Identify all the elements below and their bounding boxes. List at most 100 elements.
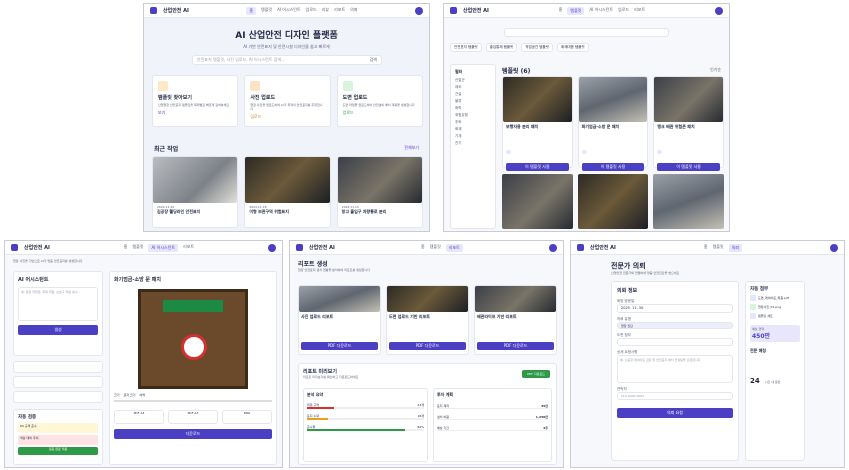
logo-icon	[296, 244, 303, 251]
recent-card[interactable]: 2024.11.18 이형 보관구역 위험표지	[244, 156, 331, 228]
template-item[interactable]: 화기엄금-소방 문 패치 이 템플릿 사용	[577, 76, 649, 171]
pdf-download-button[interactable]: PDF 다운로드	[522, 370, 550, 378]
search-bar[interactable]: 안전표지 템플릿, 사진 업로드, AI 어시스턴트 검색... 검색	[192, 55, 382, 65]
search-input[interactable]: 안전표지 템플릿, 사진 업로드, AI 어시스턴트 검색...	[197, 57, 370, 63]
tab-safety[interactable]: 안전표지 템플릿	[450, 43, 482, 52]
phone-input[interactable]: 010-0000-0000	[617, 392, 733, 400]
use-template-button[interactable]: 이 템플릿 사용	[581, 163, 645, 171]
option-item[interactable]	[13, 361, 103, 373]
recent-card[interactable]: 2024.11.15 창고 출입구 차량통로 분리	[336, 156, 423, 228]
nav-report[interactable]: 리포트	[334, 7, 345, 15]
recent-more-link[interactable]: 전체보기	[404, 145, 419, 151]
format-pdf-a3[interactable]: PDF A3	[168, 410, 218, 424]
desc-textarea[interactable]: 예: 신공장 레이아웃 검토 및 안전표지 배치 컨설팅을 요청합니다	[617, 355, 733, 383]
nav-review[interactable]: 리뷰	[322, 7, 329, 15]
format-png[interactable]: PNG	[222, 410, 272, 424]
nav-home[interactable]: 홈	[246, 6, 257, 15]
nav-templates[interactable]: 템플릿	[132, 244, 143, 252]
type-select[interactable]: 현장 진단	[617, 322, 733, 329]
nav-report[interactable]: 리포트	[183, 244, 194, 252]
pdf-download-button[interactable]: PDF 다운로드	[389, 342, 466, 350]
format-pdf-a4[interactable]: PDF A4	[114, 410, 164, 424]
hero-title: AI 산업안전 디자인 플랫폼	[235, 31, 338, 41]
card-link[interactable]: 보기	[158, 110, 232, 116]
filter-option[interactable]: 위험유형	[455, 113, 491, 118]
filter-option[interactable]: 기계	[455, 134, 491, 139]
card-link[interactable]: 업로드	[343, 110, 417, 116]
template-thumb[interactable]	[653, 174, 725, 229]
nav-report[interactable]: 리포트	[445, 243, 463, 252]
avatar[interactable]	[829, 243, 838, 252]
search-button[interactable]: 검색	[370, 57, 377, 63]
nav-templates[interactable]: 템플릿	[713, 244, 724, 252]
generate-button[interactable]: 생성	[18, 325, 98, 335]
nav-ai[interactable]: AI 어시스턴트	[589, 7, 613, 15]
size-slider[interactable]	[114, 400, 272, 402]
attached-file[interactable]: 도면_레이아웃_최종.pdf	[750, 295, 800, 301]
nav-report[interactable]: 리포트	[634, 7, 645, 15]
nav-request[interactable]: 의뢰	[728, 243, 742, 252]
nav-ai[interactable]: AI 어시스턴트	[148, 243, 179, 252]
tab-fire[interactable]: 화재대응 템플릿	[556, 43, 589, 52]
nav-templates[interactable]: 템플릿	[430, 244, 441, 252]
nav-home[interactable]: 홈	[704, 244, 708, 252]
template-thumb[interactable]	[577, 174, 649, 229]
attached-file[interactable]: 템플릿 세트	[750, 313, 800, 319]
use-template-button[interactable]: 이 템플릿 사용	[657, 163, 721, 171]
pdf-download-button[interactable]: PDF 다운로드	[477, 342, 554, 350]
sort-select[interactable]: 인기순	[710, 67, 721, 73]
filter-option[interactable]: 산업군	[455, 78, 491, 83]
attached-file[interactable]: 현장사진_01.png	[750, 304, 800, 310]
tab-workspace[interactable]: 작업공간 템플릿	[521, 43, 553, 52]
nav-request[interactable]: 의뢰	[350, 7, 357, 15]
filter-option[interactable]: 건설	[455, 92, 491, 97]
download-button[interactable]: 다운로드	[114, 429, 272, 439]
nav-upload[interactable]: 업로드	[618, 7, 629, 15]
filter-option[interactable]: 전기	[455, 141, 491, 146]
template-thumb[interactable]	[502, 174, 573, 229]
drawing-card[interactable]: 도면 업로드 도면 파일을 업로드하여 안전설비 배치 계획을 생성합니다 업로…	[336, 75, 423, 127]
use-template-button[interactable]: 이 템플릿 사용	[506, 163, 569, 171]
nav-home[interactable]: 홈	[124, 244, 128, 252]
report-card[interactable]: 배관라이프 기반 리포트 PDF 다운로드	[474, 285, 557, 355]
filter-option[interactable]: 제조	[455, 85, 491, 90]
nav-home[interactable]: 홈	[559, 7, 563, 15]
nav-templates[interactable]: 템플릿	[567, 6, 585, 15]
report-card[interactable]: 사진 업로드 리포트 PDF 다운로드	[298, 285, 381, 355]
option-item[interactable]	[13, 376, 103, 388]
summary-bar: 준수율 84%	[307, 425, 424, 431]
submit-button[interactable]: 의뢰 요청	[617, 408, 733, 418]
filter-option[interactable]: 화재	[455, 127, 491, 132]
nav-upload[interactable]: 업로드	[306, 7, 317, 15]
template-name: 탱크 배관 위험존 패치	[657, 124, 695, 129]
filter-option[interactable]: 화학	[455, 106, 491, 111]
avatar[interactable]	[714, 6, 723, 15]
filter-option[interactable]: 물류	[455, 99, 491, 104]
page-subtitle: 산업안전 전문가와 연결하여 맞춤 안전진단을 받으세요	[611, 271, 680, 275]
avatar[interactable]	[414, 6, 423, 15]
template-card[interactable]: 템플릿 찾아보기 산업현장 안전표지 템플릿을 목적별로 빠르게 검색하세요 보…	[152, 75, 239, 127]
avatar[interactable]	[549, 243, 557, 252]
nav-home[interactable]: 홈	[421, 244, 425, 252]
apply-button[interactable]: 검증 완료 적용	[18, 447, 98, 455]
summary-title: 분석 요약	[307, 392, 324, 397]
template-item[interactable]: 탱크 배관 위험존 패치 이 템플릿 사용	[653, 76, 725, 171]
tab-access[interactable]: 출입통제 템플릿	[485, 43, 518, 52]
nav-ai[interactable]: AI 어시스턴트	[277, 7, 301, 15]
side-panel: 자동 첨부 도면_레이아웃_최종.pdf 현장사진_01.png 템플릿 세트 …	[745, 281, 805, 461]
file-upload[interactable]	[617, 338, 733, 346]
pdf-download-button[interactable]: PDF 다운로드	[301, 342, 378, 350]
date-input[interactable]: 2025. 11. 30.	[617, 304, 733, 313]
prompt-input[interactable]: 예: 용접 작업장, 화재 위험, 보호구 착용 필수...	[18, 287, 98, 321]
card-link[interactable]: 업로드	[250, 114, 324, 120]
template-item[interactable]: 보행자용 분리 패치 이 템플릿 사용	[502, 76, 573, 171]
nav-templates[interactable]: 템플릿	[261, 7, 272, 15]
avatar[interactable]	[268, 243, 276, 252]
option-item[interactable]	[13, 391, 103, 403]
ai-assistant-screen: 산업안전 AI 홈 템플릿 AI 어시스턴트 리포트 현장 사진을 기반으로 A…	[4, 240, 283, 468]
filter-option[interactable]: 추락	[455, 120, 491, 125]
recent-card[interactable]: 2024.11.20 김공장 웰딩라인 안전표지	[152, 156, 239, 228]
photo-card[interactable]: 사진 업로드 현장 사진을 업로드하여 AI가 최적의 안전표지를 추천합니다 …	[244, 75, 331, 127]
report-card[interactable]: 도면 업로드 기반 리포트 PDF 다운로드	[386, 285, 469, 355]
search-bar[interactable]	[504, 28, 669, 37]
